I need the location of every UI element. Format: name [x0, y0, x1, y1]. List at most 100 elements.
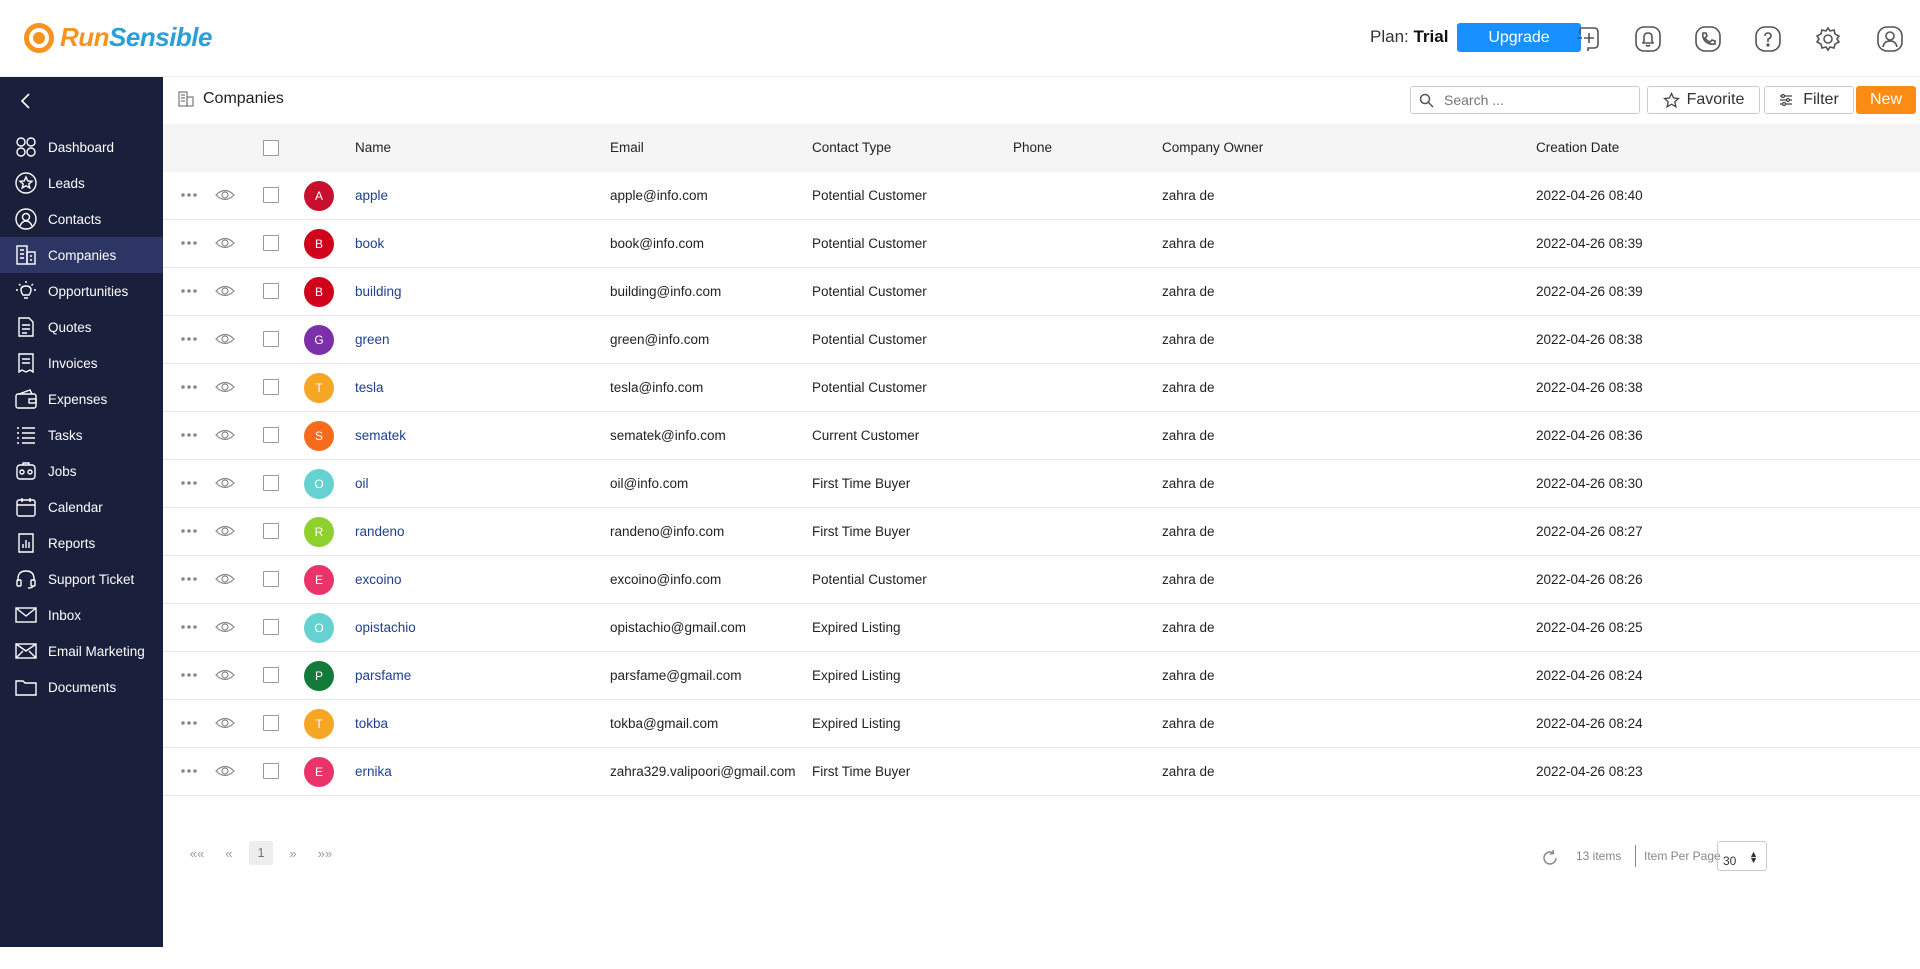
sidebar-item-documents[interactable]: Documents — [0, 669, 163, 705]
help-icon[interactable] — [1754, 25, 1782, 53]
sidebar-item-opportunities[interactable]: Opportunities — [0, 273, 163, 309]
row-actions-icon[interactable] — [179, 715, 199, 731]
search-input[interactable] — [1444, 92, 1634, 108]
table-row[interactable]: T tokba tokba@gmail.com Expired Listing … — [163, 700, 1920, 748]
settings-gear-icon[interactable] — [1814, 25, 1842, 53]
brand-logo[interactable]: RunSensible — [24, 22, 212, 53]
filter-button[interactable]: Filter — [1764, 86, 1854, 114]
column-header-creation-date[interactable]: Creation Date — [1536, 124, 1619, 172]
table-row[interactable]: P parsfame parsfame@gmail.com Expired Li… — [163, 652, 1920, 700]
sidebar-item-tasks[interactable]: Tasks — [0, 417, 163, 453]
view-eye-icon[interactable] — [215, 235, 235, 251]
view-eye-icon[interactable] — [215, 187, 235, 203]
column-header-contact-type[interactable]: Contact Type — [812, 124, 891, 172]
row-checkbox[interactable] — [263, 235, 279, 251]
table-row[interactable]: E excoino excoino@info.com Potential Cus… — [163, 556, 1920, 604]
sidebar-item-expenses[interactable]: Expenses — [0, 381, 163, 417]
view-eye-icon[interactable] — [215, 283, 235, 299]
sidebar-item-inbox[interactable]: Inbox — [0, 597, 163, 633]
row-actions-icon[interactable] — [179, 619, 199, 635]
company-name-link[interactable]: randeno — [355, 508, 405, 556]
row-checkbox[interactable] — [263, 427, 279, 443]
sidebar-item-jobs[interactable]: Jobs — [0, 453, 163, 489]
view-eye-icon[interactable] — [215, 379, 235, 395]
table-row[interactable]: A apple apple@info.com Potential Custome… — [163, 172, 1920, 220]
row-actions-icon[interactable] — [179, 283, 199, 299]
items-per-page-select[interactable]: 30 ▲ ▼ — [1717, 841, 1767, 871]
column-header-name[interactable]: Name — [355, 124, 391, 172]
sidebar-item-quotes[interactable]: Quotes — [0, 309, 163, 345]
view-eye-icon[interactable] — [215, 331, 235, 347]
view-eye-icon[interactable] — [215, 475, 235, 491]
row-actions-icon[interactable] — [179, 379, 199, 395]
row-actions-icon[interactable] — [179, 427, 199, 443]
refresh-icon[interactable] — [1541, 849, 1559, 867]
view-eye-icon[interactable] — [215, 763, 235, 779]
sidebar-item-leads[interactable]: Leads — [0, 165, 163, 201]
table-row[interactable]: R randeno randeno@info.com First Time Bu… — [163, 508, 1920, 556]
search-box[interactable] — [1410, 86, 1640, 114]
table-row[interactable]: S sematek sematek@info.com Current Custo… — [163, 412, 1920, 460]
upgrade-button[interactable]: Upgrade — [1457, 23, 1581, 52]
new-company-button[interactable]: New — [1856, 86, 1916, 114]
sidebar-item-companies[interactable]: Companies — [0, 237, 163, 273]
view-eye-icon[interactable] — [215, 427, 235, 443]
next-page-button[interactable]: » — [277, 846, 309, 861]
column-header-email[interactable]: Email — [610, 124, 644, 172]
company-name-link[interactable]: opistachio — [355, 604, 416, 652]
table-row[interactable]: B building building@info.com Potential C… — [163, 268, 1920, 316]
row-actions-icon[interactable] — [179, 475, 199, 491]
current-page[interactable]: 1 — [249, 841, 273, 865]
sidebar-item-calendar[interactable]: Calendar — [0, 489, 163, 525]
user-profile-icon[interactable] — [1876, 25, 1904, 53]
company-name-link[interactable]: parsfame — [355, 652, 411, 700]
table-row[interactable]: B book book@info.com Potential Customer … — [163, 220, 1920, 268]
row-checkbox[interactable] — [263, 283, 279, 299]
company-name-link[interactable]: building — [355, 268, 402, 316]
table-row[interactable]: O opistachio opistachio@gmail.com Expire… — [163, 604, 1920, 652]
row-actions-icon[interactable] — [179, 331, 199, 347]
last-page-button[interactable]: »» — [309, 846, 341, 861]
company-name-link[interactable]: tesla — [355, 364, 384, 412]
view-eye-icon[interactable] — [215, 715, 235, 731]
sidebar-item-reports[interactable]: Reports — [0, 525, 163, 561]
row-checkbox[interactable] — [263, 619, 279, 635]
table-row[interactable]: E ernika zahra329.valipoori@gmail.com Fi… — [163, 748, 1920, 796]
sidebar-item-invoices[interactable]: Invoices — [0, 345, 163, 381]
row-actions-icon[interactable] — [179, 571, 199, 587]
sidebar-item-dashboard[interactable]: Dashboard — [0, 129, 163, 165]
table-row[interactable]: T tesla tesla@info.com Potential Custome… — [163, 364, 1920, 412]
first-page-button[interactable]: «« — [181, 846, 213, 861]
row-actions-icon[interactable] — [179, 235, 199, 251]
row-actions-icon[interactable] — [179, 523, 199, 539]
select-all-checkbox[interactable] — [263, 140, 279, 156]
company-name-link[interactable]: apple — [355, 172, 388, 220]
row-actions-icon[interactable] — [179, 763, 199, 779]
table-row[interactable]: O oil oil@info.com First Time Buyer zahr… — [163, 460, 1920, 508]
sidebar-item-support-ticket[interactable]: Support Ticket — [0, 561, 163, 597]
column-header-phone[interactable]: Phone — [1013, 124, 1052, 172]
row-checkbox[interactable] — [263, 187, 279, 203]
row-checkbox[interactable] — [263, 763, 279, 779]
company-name-link[interactable]: sematek — [355, 412, 406, 460]
view-eye-icon[interactable] — [215, 571, 235, 587]
collapse-sidebar-icon[interactable] — [16, 91, 36, 111]
row-checkbox[interactable] — [263, 475, 279, 491]
notification-bell-icon[interactable] — [1634, 25, 1662, 53]
row-checkbox[interactable] — [263, 523, 279, 539]
sidebar-item-contacts[interactable]: Contacts — [0, 201, 163, 237]
company-name-link[interactable]: oil — [355, 460, 369, 508]
favorite-button[interactable]: Favorite — [1647, 86, 1760, 114]
add-quick-icon[interactable] — [1574, 25, 1602, 53]
company-name-link[interactable]: ernika — [355, 748, 392, 796]
company-name-link[interactable]: book — [355, 220, 384, 268]
view-eye-icon[interactable] — [215, 619, 235, 635]
table-row[interactable]: G green green@info.com Potential Custome… — [163, 316, 1920, 364]
row-checkbox[interactable] — [263, 331, 279, 347]
view-eye-icon[interactable] — [215, 667, 235, 683]
row-checkbox[interactable] — [263, 667, 279, 683]
company-name-link[interactable]: excoino — [355, 556, 402, 604]
row-actions-icon[interactable] — [179, 187, 199, 203]
row-checkbox[interactable] — [263, 571, 279, 587]
row-actions-icon[interactable] — [179, 667, 199, 683]
